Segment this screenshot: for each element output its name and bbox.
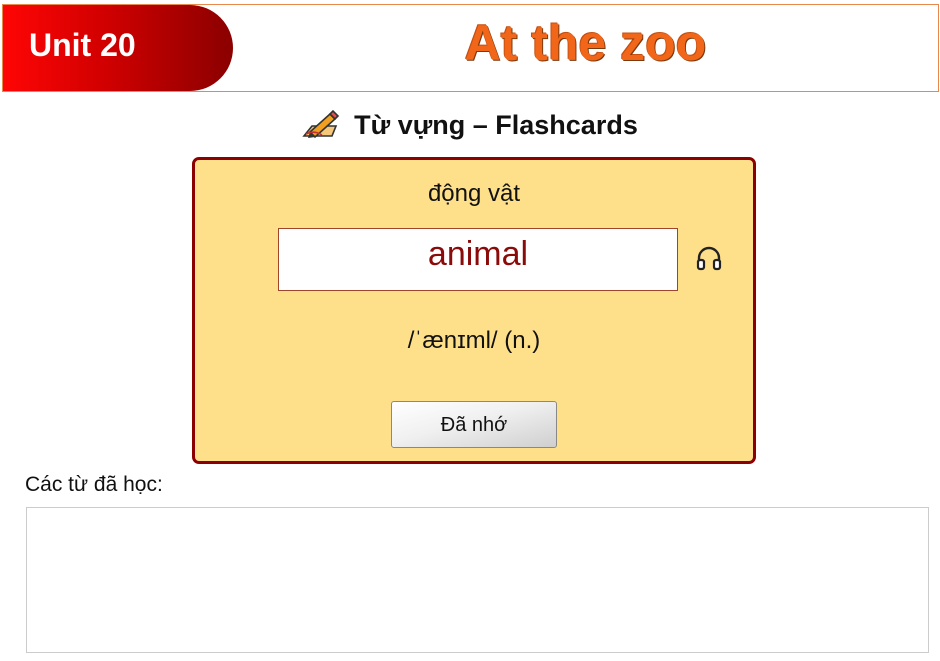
- section-heading-text: Từ vựng – Flashcards: [354, 110, 638, 140]
- unit-header: Unit 20 At the zoo: [2, 4, 939, 92]
- page-title: At the zoo: [464, 15, 707, 71]
- word-meaning: động vật: [427, 180, 521, 207]
- headphones-icon[interactable]: [695, 244, 723, 272]
- section-heading: Từ vựng – Flashcards: [0, 108, 940, 146]
- vocabulary-word[interactable]: animal: [278, 228, 678, 291]
- pencil-writing-icon: [302, 108, 340, 140]
- flashcard: động vật animal /ˈænɪml/ (n.) Đã nhớ: [192, 157, 756, 464]
- unit-badge: Unit 20: [3, 5, 233, 91]
- phonetic-transcription: /ˈænɪml/ (n.): [407, 327, 541, 354]
- learned-words-list: [26, 507, 929, 653]
- learned-words-label: Các từ đã học:: [25, 473, 163, 496]
- remembered-button[interactable]: Đã nhớ: [391, 401, 557, 448]
